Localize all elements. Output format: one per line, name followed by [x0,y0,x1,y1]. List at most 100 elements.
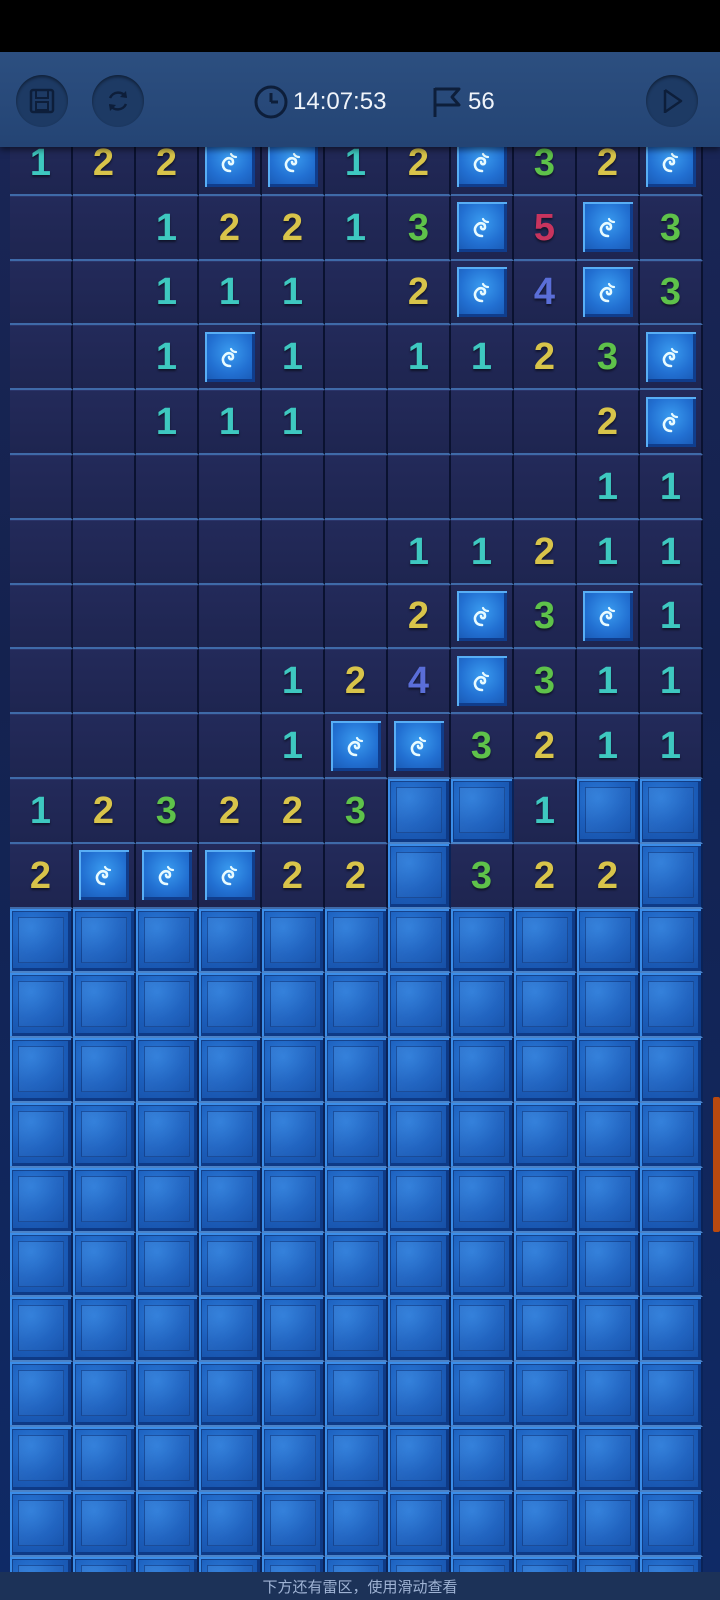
number-cell[interactable]: 3 [388,195,451,261]
number-cell[interactable]: 2 [514,714,577,779]
empty-cell[interactable] [73,195,136,261]
closed-cell[interactable] [451,1297,514,1363]
closed-cell[interactable] [73,908,136,974]
closed-cell[interactable] [325,1426,388,1492]
closed-cell[interactable] [262,1362,325,1427]
closed-cell[interactable] [262,1102,325,1168]
closed-cell[interactable] [262,908,325,974]
closed-cell[interactable] [325,1232,388,1298]
closed-cell[interactable] [136,1362,199,1427]
empty-cell[interactable] [325,390,388,455]
empty-cell[interactable] [10,649,73,715]
number-cell[interactable]: 3 [640,260,703,326]
closed-cell[interactable] [73,973,136,1039]
empty-cell[interactable] [388,390,451,455]
closed-cell[interactable] [514,1426,577,1492]
closed-cell[interactable] [136,1556,199,1572]
closed-cell[interactable] [451,1362,514,1427]
closed-cell[interactable] [325,1491,388,1557]
closed-cell[interactable] [640,1556,703,1572]
number-cell[interactable]: 1 [514,778,577,844]
closed-cell[interactable] [577,1362,640,1427]
number-cell[interactable]: 2 [577,843,640,909]
empty-cell[interactable] [199,519,262,585]
number-cell[interactable]: 2 [514,519,577,585]
empty-cell[interactable] [388,454,451,520]
closed-cell[interactable] [388,1038,451,1103]
number-cell[interactable]: 2 [514,325,577,391]
number-cell[interactable]: 3 [640,195,703,261]
number-cell[interactable]: 1 [640,454,703,520]
number-cell[interactable]: 2 [199,778,262,844]
number-cell[interactable]: 2 [325,843,388,909]
mine-cell[interactable] [640,325,703,391]
empty-cell[interactable] [10,519,73,585]
empty-cell[interactable] [325,260,388,326]
empty-cell[interactable] [10,390,73,455]
closed-cell[interactable] [514,973,577,1039]
closed-cell[interactable] [199,908,262,974]
number-cell[interactable]: 4 [514,260,577,326]
empty-cell[interactable] [73,325,136,391]
closed-cell[interactable] [199,1426,262,1492]
closed-cell[interactable] [640,1491,703,1557]
closed-cell[interactable] [73,1038,136,1103]
number-cell[interactable]: 1 [262,649,325,715]
number-cell[interactable]: 3 [136,778,199,844]
closed-cell[interactable] [451,973,514,1039]
empty-cell[interactable] [73,519,136,585]
mine-cell[interactable] [577,260,640,326]
closed-cell[interactable] [136,973,199,1039]
closed-cell[interactable] [577,1038,640,1103]
number-cell[interactable]: 2 [388,260,451,326]
number-cell[interactable]: 1 [136,390,199,455]
closed-cell[interactable] [577,1426,640,1492]
closed-cell[interactable] [10,973,73,1039]
empty-cell[interactable] [10,195,73,261]
number-cell[interactable]: 2 [262,843,325,909]
mine-cell[interactable] [577,195,640,261]
empty-cell[interactable] [262,584,325,650]
closed-cell[interactable] [136,1038,199,1103]
closed-cell[interactable] [388,973,451,1039]
empty-cell[interactable] [10,584,73,650]
closed-cell[interactable] [640,1102,703,1168]
closed-cell[interactable] [199,1038,262,1103]
closed-cell[interactable] [325,973,388,1039]
number-cell[interactable]: 2 [262,778,325,844]
empty-cell[interactable] [10,260,73,326]
number-cell[interactable]: 1 [451,519,514,585]
closed-cell[interactable] [451,1491,514,1557]
number-cell[interactable]: 2 [325,649,388,715]
closed-cell[interactable] [451,1232,514,1298]
number-cell[interactable]: 1 [640,714,703,779]
empty-cell[interactable] [73,260,136,326]
closed-cell[interactable] [388,778,451,844]
closed-cell[interactable] [73,1362,136,1427]
closed-cell[interactable] [262,1491,325,1557]
restart-button[interactable] [92,75,144,127]
number-cell[interactable]: 1 [262,390,325,455]
mine-cell[interactable] [388,714,451,779]
closed-cell[interactable] [514,1167,577,1233]
closed-cell[interactable] [640,1167,703,1233]
empty-cell[interactable] [325,454,388,520]
empty-cell[interactable] [136,519,199,585]
mine-cell[interactable] [451,195,514,261]
closed-cell[interactable] [262,1556,325,1572]
number-cell[interactable]: 3 [577,325,640,391]
number-cell[interactable]: 5 [514,195,577,261]
number-cell[interactable]: 1 [10,778,73,844]
empty-cell[interactable] [73,714,136,779]
closed-cell[interactable] [388,1426,451,1492]
closed-cell[interactable] [451,1426,514,1492]
closed-cell[interactable] [199,1491,262,1557]
closed-cell[interactable] [514,1556,577,1572]
minefield-grid[interactable]: 1221232122135311124311112311121111211231… [10,131,703,1572]
closed-cell[interactable] [199,1362,262,1427]
closed-cell[interactable] [199,1297,262,1363]
number-cell[interactable]: 3 [451,714,514,779]
closed-cell[interactable] [325,1102,388,1168]
number-cell[interactable]: 1 [640,649,703,715]
closed-cell[interactable] [136,1232,199,1298]
